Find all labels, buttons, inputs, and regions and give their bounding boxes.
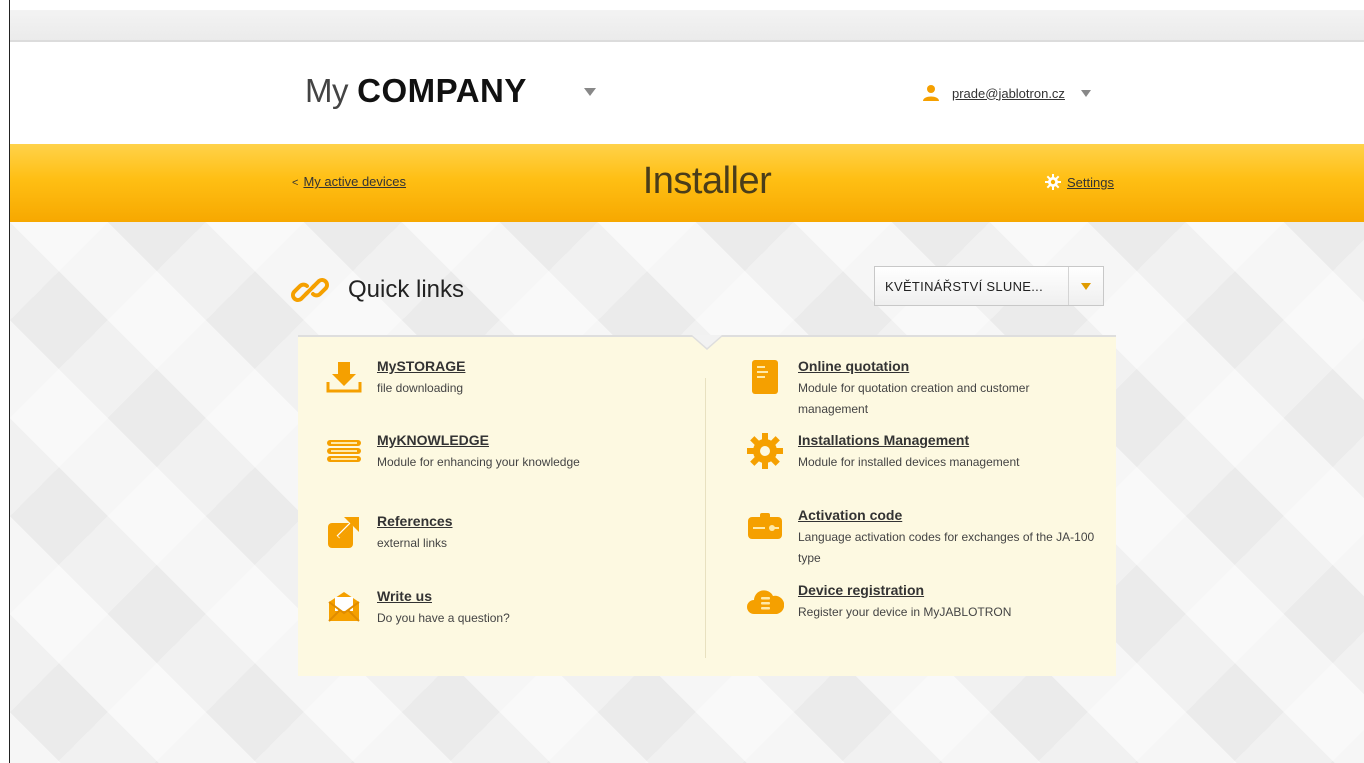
link-chain-icon (291, 278, 329, 302)
browser-strip (10, 10, 1364, 42)
company-logo[interactable]: My COMPANY (305, 72, 527, 110)
role-band: < My active devices Installer Settings (10, 144, 1364, 222)
quick-link-desc: Do you have a question? (377, 611, 510, 625)
user-icon (923, 85, 939, 101)
device-select-value: KVĚTINÁŘSTVÍ SLUNE... (885, 278, 1044, 294)
gear-icon (747, 433, 783, 469)
quick-link-desc: Module for enhancing your knowledge (377, 455, 580, 469)
logo-light-text: My (305, 72, 349, 109)
quick-links-header: Quick links (290, 270, 464, 310)
quick-link-desc: Language activation codes for exchanges … (798, 530, 1095, 565)
books-icon (327, 440, 361, 462)
device-select-button[interactable] (1068, 267, 1103, 305)
quick-link-title[interactable]: Write us (377, 588, 432, 604)
user-email-link[interactable]: prade@jablotron.cz (952, 86, 1065, 101)
quick-link-title[interactable]: References (377, 513, 453, 529)
company-dropdown-caret-icon[interactable] (584, 88, 596, 96)
logo-bold-text: COMPANY (357, 72, 527, 109)
gear-icon (1045, 174, 1061, 190)
device-select[interactable]: KVĚTINÁŘSTVÍ SLUNE... (874, 266, 1104, 306)
site-header: My COMPANY prade@jablotron.cz (10, 42, 1364, 144)
quick-link-desc: Module for quotation creation and custom… (798, 381, 1030, 416)
quick-link-desc: Module for installed devices management (798, 455, 1020, 469)
external-link-icon (328, 517, 359, 548)
quick-link-desc: external links (377, 536, 448, 550)
document-icon (752, 360, 778, 394)
settings-label: Settings (1067, 174, 1114, 190)
panel-notch-inner (692, 335, 722, 348)
quick-link-desc: Register your device in MyJABLOTRON (798, 605, 1012, 619)
quick-link-title[interactable]: MyKNOWLEDGE (377, 432, 489, 448)
quick-link-title[interactable]: Device registration (798, 582, 924, 598)
quick-link-title[interactable]: MySTORAGE (377, 358, 465, 374)
cloud-icon (747, 590, 784, 614)
chevron-down-icon (1081, 282, 1091, 290)
quick-link-title[interactable]: Online quotation (798, 358, 909, 374)
envelope-icon (328, 592, 360, 622)
quick-link-title[interactable]: Activation code (798, 507, 902, 523)
quick-links-title: Quick links (348, 276, 465, 303)
key-card-icon (748, 513, 782, 539)
download-icon (326, 362, 362, 393)
page-title: Installer (642, 160, 772, 202)
panel-divider (705, 378, 706, 658)
settings-link[interactable]: Settings (1045, 174, 1114, 190)
user-menu[interactable]: prade@jablotron.cz (922, 84, 1091, 102)
quick-link-title[interactable]: Installations Management (798, 432, 969, 448)
quick-link-desc: file downloading (377, 381, 464, 395)
user-dropdown-caret-icon[interactable] (1080, 89, 1091, 97)
